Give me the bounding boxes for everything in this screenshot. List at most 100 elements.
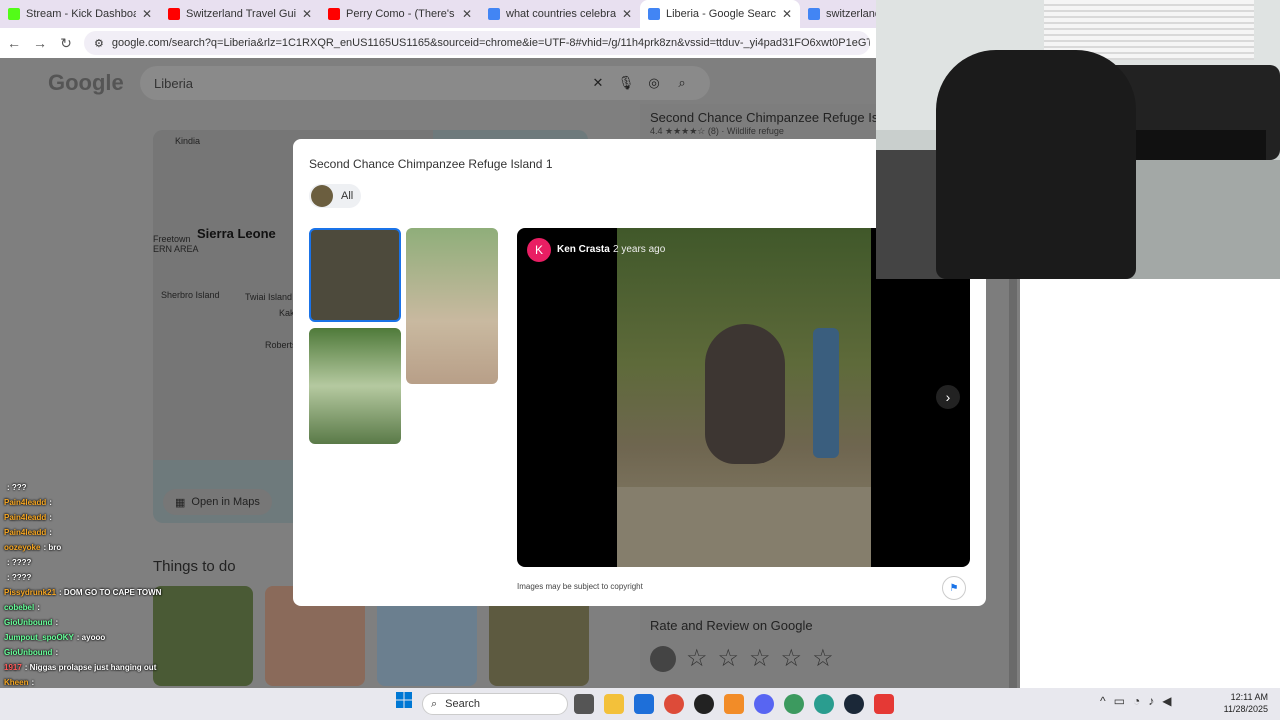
taskbar-search-label: Search (445, 698, 481, 710)
knowledge-panel-title: Second Chance Chimpanzee Refuge Islan (650, 110, 896, 125)
chat-username[interactable]: Pain4leadd (4, 498, 46, 507)
browser-tab[interactable]: Perry Como - (There's No Place ✕ (320, 0, 480, 28)
chat-text: : (55, 648, 59, 657)
rating-value: 4.4 (650, 126, 663, 136)
chat-text: : (49, 498, 52, 507)
steam-icon[interactable] (844, 694, 864, 714)
star-icon[interactable]: ☆ (718, 644, 740, 673)
chat-text: : bro (43, 543, 62, 552)
chat-username[interactable]: Pain4leadd (4, 528, 46, 537)
chat-username[interactable]: cobebel (4, 603, 34, 612)
close-tab-icon[interactable]: ✕ (142, 7, 152, 21)
page-scrollbar[interactable] (1009, 278, 1017, 688)
author-name[interactable]: Ken Crasta (557, 244, 610, 255)
google-logo[interactable]: Google (48, 70, 124, 96)
chat-message: 1917: Niggas prolapse just hanging out (0, 660, 300, 675)
store-icon[interactable] (634, 694, 654, 714)
url-field[interactable]: ⚙ google.com/search?q=Liberia&rlz=1C1RXQ… (84, 31, 870, 55)
search-box[interactable]: Liberia ✕ 🎙 ◎ ⌕ (140, 66, 710, 100)
star-icon[interactable]: ☆ (781, 644, 803, 673)
chat-username[interactable]: 1917 (4, 663, 22, 672)
tab-favicon-icon (328, 8, 340, 20)
chip-thumbnail (311, 185, 333, 207)
file-explorer-icon[interactable] (604, 694, 624, 714)
windows-start-icon[interactable] (396, 692, 412, 708)
photo-chimpanzee (705, 324, 785, 464)
rating-stars-icon: ★★★★☆ (665, 126, 708, 136)
map-label: ERN AREA (153, 244, 199, 254)
app-icon[interactable] (724, 694, 744, 714)
reload-icon[interactable]: ↻ (58, 35, 74, 52)
chat-username[interactable]: GioUnbound (4, 648, 52, 657)
microphone-icon[interactable]: 🎙 (612, 75, 640, 91)
close-tab-icon[interactable]: ✕ (462, 7, 472, 21)
post-age: 2 years ago (613, 244, 666, 255)
site-info-icon[interactable]: ⚙ (94, 37, 104, 50)
chat-username[interactable]: Jumpout_spoOKY (4, 633, 74, 642)
microphone-icon[interactable]: ♪ (1148, 694, 1154, 708)
chip-label: All (341, 190, 354, 202)
webcam-chair (936, 50, 1136, 279)
webcam-overlay (876, 0, 1280, 279)
chrome-icon[interactable] (664, 694, 684, 714)
photo-water (617, 487, 871, 567)
gallery-image-woman[interactable] (309, 328, 401, 444)
author-avatar[interactable]: K (527, 238, 551, 262)
chat-message: Pain4leadd: (0, 510, 300, 525)
browser-tab[interactable]: Stream - Kick Dashboard ✕ (0, 0, 160, 28)
chat-text: : DOM GO TO CAPE TOWN (59, 588, 162, 597)
star-icon[interactable]: ☆ (812, 644, 834, 673)
chevron-up-icon[interactable]: ^ (1100, 694, 1106, 708)
chrome-profile-icon[interactable] (784, 694, 804, 714)
report-flag-icon[interactable]: ⚑ (942, 576, 966, 600)
browser-tab[interactable]: what countries celebrate thanks ✕ (480, 0, 640, 28)
chrome-profile-icon[interactable] (814, 694, 834, 714)
gallery-image-chimp[interactable] (309, 228, 401, 322)
chat-username[interactable]: Kheen (4, 678, 28, 687)
network-icon[interactable]: ▭ (1114, 694, 1125, 708)
task-view-icon[interactable] (574, 694, 594, 714)
search-query[interactable]: Liberia (154, 76, 584, 91)
clock-time: 12:11 AM (1230, 692, 1268, 702)
star-icon[interactable]: ☆ (749, 644, 771, 673)
discord-icon[interactable] (754, 694, 774, 714)
review-count[interactable]: (8) (708, 126, 719, 136)
chat-message: Pissydrunk21: DOM GO TO CAPE TOWN (0, 585, 300, 600)
taskbar-search[interactable]: ⌕ Search (422, 693, 568, 715)
wifi-icon[interactable]: ◔ (1133, 694, 1140, 708)
close-tab-icon[interactable]: ✕ (302, 7, 312, 21)
chat-username[interactable]: Pain4leadd (4, 513, 46, 522)
modal-title: Second Chance Chimpanzee Refuge Island 1 (309, 157, 553, 171)
chat-message: : ???? (0, 570, 300, 585)
chat-text: : (37, 603, 40, 612)
clear-icon[interactable]: ✕ (584, 75, 612, 91)
volume-icon[interactable]: ◀ (1162, 694, 1171, 708)
photo-post (813, 328, 839, 458)
filter-chip-all[interactable]: All (309, 184, 362, 208)
close-tab-icon[interactable]: ✕ (622, 7, 632, 21)
chat-text: : ayooo (76, 633, 106, 642)
search-icon[interactable]: ⌕ (668, 75, 696, 91)
app-icon[interactable] (874, 694, 894, 714)
chat-username[interactable]: oozeyoke (4, 543, 40, 552)
chat-text: : Niggas prolapse just hanging out (24, 663, 157, 672)
browser-tab[interactable]: Switzerland Travel Guide 2025 - ✕ (160, 0, 320, 28)
chat-username[interactable]: GioUnbound (4, 618, 52, 627)
close-tab-icon[interactable]: ✕ (782, 7, 792, 21)
next-image-button[interactable]: › (936, 385, 960, 409)
lens-icon[interactable]: ◎ (640, 75, 668, 91)
gallery-image-man[interactable] (406, 228, 498, 384)
chat-username[interactable]: Pissydrunk21 (4, 588, 56, 597)
knowledge-panel-subtitle: 4.4 ★★★★☆ (8) · Wildlife refuge (650, 126, 784, 136)
map-label: Kindia (175, 136, 201, 146)
url-text: google.com/search?q=Liberia&rlz=1C1RXQR_… (111, 37, 870, 49)
star-icon[interactable]: ☆ (686, 644, 708, 673)
system-clock[interactable]: 12:11 AM 11/28/2025 (1224, 691, 1268, 715)
forward-icon[interactable]: → (32, 35, 48, 51)
browser-tab[interactable]: Liberia - Google Search ✕ (640, 0, 800, 28)
tab-favicon-icon (168, 8, 180, 20)
back-icon[interactable]: ← (6, 35, 22, 51)
obs-icon[interactable] (694, 694, 714, 714)
user-avatar (650, 645, 676, 672)
search-icon: ⌕ (431, 697, 438, 710)
